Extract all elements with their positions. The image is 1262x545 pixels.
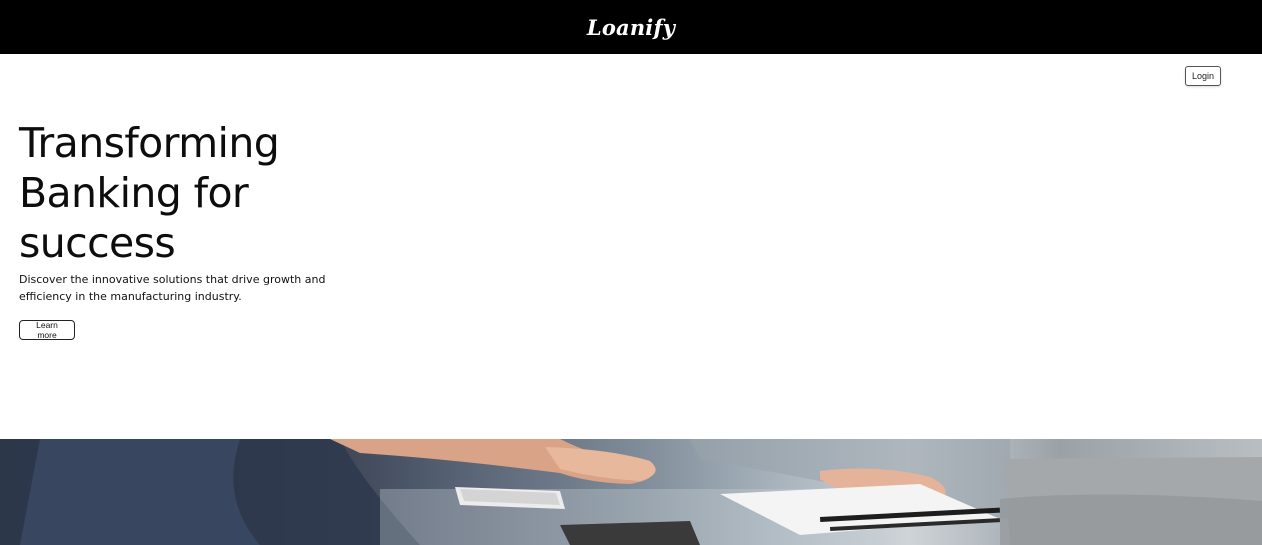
login-button[interactable]: Login: [1185, 66, 1221, 86]
photo-business-meeting-illustration: [0, 439, 1262, 545]
top-header-bar: Loanify: [0, 0, 1262, 54]
brand-logo[interactable]: Loanify: [587, 15, 675, 40]
hero-headline: Transforming Banking for success: [19, 119, 280, 267]
hero-photo-business-meeting: [0, 439, 1262, 545]
learn-more-button[interactable]: Learn more: [19, 320, 75, 340]
hero-section: Login Transforming Banking for success D…: [0, 54, 1262, 439]
hero-subtext: Discover the innovative solutions that d…: [19, 273, 326, 303]
